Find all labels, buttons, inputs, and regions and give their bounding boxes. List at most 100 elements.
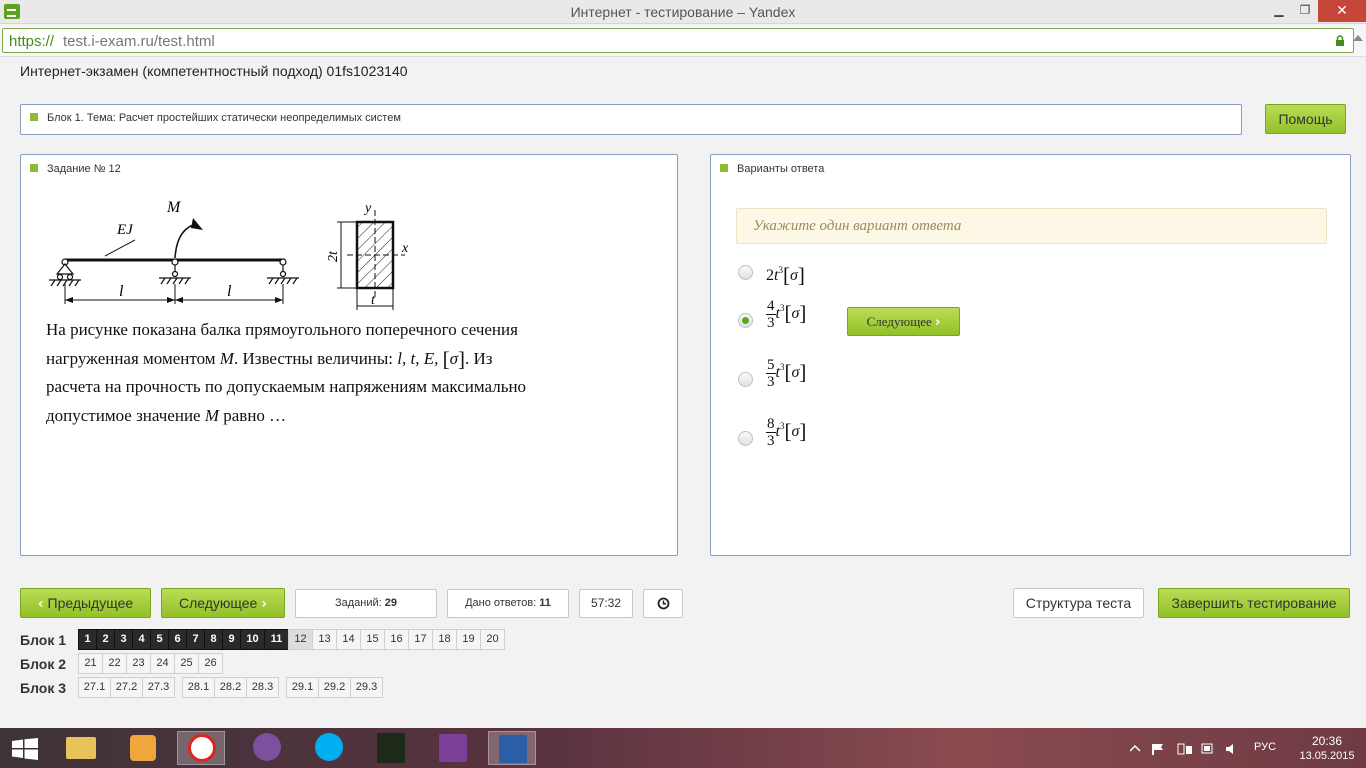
task-cell[interactable]: 26	[198, 653, 223, 674]
task-cell[interactable]: 2	[96, 629, 115, 650]
bullet-square-icon	[720, 164, 728, 172]
onenote-icon[interactable]	[429, 731, 477, 765]
task-cell[interactable]: 13	[312, 629, 337, 650]
task-text-line: . Известны величины:	[233, 348, 394, 368]
cell-group-gap	[174, 677, 182, 698]
radio-button[interactable]	[738, 372, 753, 387]
task-cell[interactable]: 27.1	[78, 677, 111, 698]
task-text: На рисунке показана балка прямоугольного…	[46, 316, 646, 430]
galaxy-game-icon[interactable]	[367, 731, 415, 765]
task-cell[interactable]: 25	[174, 653, 199, 674]
answers-panel: Варианты ответа Укажите один вариант отв…	[710, 154, 1351, 556]
task-cell[interactable]: 28.2	[214, 677, 247, 698]
task-cell[interactable]: 3	[114, 629, 133, 650]
structure-button[interactable]: Структура теста	[1013, 588, 1144, 618]
prev-label: Предыдущее	[47, 595, 134, 611]
task-cell[interactable]: 18	[432, 629, 457, 650]
url-field[interactable]: https:// test.i-exam.ru/test.html	[2, 28, 1354, 53]
chevron-right-icon: ›	[261, 596, 268, 612]
bullet-square-icon	[30, 113, 38, 121]
next-button[interactable]: Следующее ›	[161, 588, 285, 618]
tray-icons[interactable]	[1130, 743, 1240, 755]
yandex-browser-icon[interactable]	[177, 731, 225, 765]
file-explorer-icon[interactable]	[58, 731, 106, 765]
task-cell[interactable]: 16	[384, 629, 409, 650]
task-cell[interactable]: 1	[78, 629, 97, 650]
task-cell[interactable]: 27.2	[110, 677, 143, 698]
task-cells-block-2: 21 22 23 24 25 26	[78, 653, 223, 674]
task-sigma: σ	[449, 348, 459, 368]
windows-start-icon[interactable]	[12, 738, 38, 760]
task-text-line: нагруженная моментом	[46, 348, 216, 368]
next-inline-button[interactable]: Следующее ›	[847, 307, 960, 336]
answer-formula: 8 3 t3[σ]	[766, 416, 807, 449]
task-cell[interactable]: 8	[204, 629, 223, 650]
finish-button[interactable]: Завершить тестирование	[1158, 588, 1350, 618]
viber-icon[interactable]	[243, 731, 291, 765]
task-cell[interactable]: 29.2	[318, 677, 351, 698]
help-button[interactable]: Помощь	[1265, 104, 1346, 134]
tray-date[interactable]: 13.05.2015	[1297, 750, 1357, 762]
task-cell[interactable]: 23	[126, 653, 151, 674]
task-cell[interactable]: 17	[408, 629, 433, 650]
chevron-right-icon: ›	[935, 315, 941, 330]
task-cell[interactable]: 6	[168, 629, 187, 650]
task-cell[interactable]: 10	[240, 629, 265, 650]
task-panel: Задание № 12 M EJ l l y x 2t t На рисунк…	[20, 154, 678, 556]
scroll-up-icon[interactable]	[1353, 35, 1363, 41]
answer-formula: 2t3[σ]	[766, 263, 805, 287]
task-cell[interactable]: 27.3	[142, 677, 175, 698]
skype-icon[interactable]	[305, 731, 353, 765]
radio-button[interactable]	[738, 265, 753, 280]
task-cell[interactable]: 11	[264, 629, 289, 650]
task-cell[interactable]: 15	[360, 629, 385, 650]
tray-time[interactable]: 20:36	[1297, 734, 1357, 748]
task-cell[interactable]: 28.3	[246, 677, 279, 698]
tray-language[interactable]: РУС	[1254, 741, 1276, 753]
bullet-square-icon	[30, 164, 38, 172]
close-button[interactable]: ✕	[1318, 0, 1366, 22]
maximize-button[interactable]: ❐	[1292, 0, 1318, 22]
word-icon[interactable]	[488, 731, 536, 765]
answers-header: Варианты ответа	[737, 163, 825, 175]
task-cell[interactable]: 14	[336, 629, 361, 650]
task-var-m: M	[219, 348, 234, 368]
minimize-button[interactable]: ▁	[1266, 0, 1292, 22]
task-var-m: M	[204, 405, 220, 425]
task-cell[interactable]: 7	[186, 629, 205, 650]
next-label: Следующее	[178, 595, 258, 611]
moment-label: M	[166, 200, 182, 216]
tasks-count-value: 29	[384, 597, 398, 609]
task-cell[interactable]: 24	[150, 653, 175, 674]
2gis-icon[interactable]	[118, 731, 166, 765]
task-cell[interactable]: 20	[480, 629, 505, 650]
task-cell[interactable]: 12	[288, 629, 313, 650]
task-cells-block-3: 27.1 27.2 27.3 28.1 28.2 28.3 29.1 29.2 29.3	[78, 677, 383, 698]
answer-formula: 4 3 t3[σ]	[766, 298, 807, 331]
task-cell[interactable]: 22	[102, 653, 127, 674]
window-title: Интернет - тестирование – Yandex	[570, 4, 796, 20]
bracket-open: [	[442, 346, 450, 371]
task-cell[interactable]: 19	[456, 629, 481, 650]
ej-label: EJ	[116, 222, 134, 238]
task-cell[interactable]: 21	[78, 653, 103, 674]
height-label: 2t	[326, 250, 341, 262]
tasks-count-label: Заданий:	[334, 597, 382, 609]
taskbar: РУС 20:36 13.05.2015	[0, 728, 1366, 768]
task-cell[interactable]: 28.1	[182, 677, 215, 698]
minimize-icon: ▁	[1274, 3, 1284, 17]
task-cell[interactable]: 29.3	[350, 677, 383, 698]
lock-icon	[1336, 35, 1344, 46]
task-cell[interactable]: 29.1	[286, 677, 319, 698]
task-cell[interactable]: 5	[150, 629, 169, 650]
task-cell[interactable]: 4	[132, 629, 151, 650]
prev-button[interactable]: ‹ Предыдущее	[20, 588, 151, 618]
url-scheme: https://	[9, 33, 55, 50]
cell-group-gap	[278, 677, 286, 698]
radio-button-checked[interactable]	[738, 313, 753, 328]
task-cell[interactable]: 9	[222, 629, 241, 650]
radio-button[interactable]	[738, 431, 753, 446]
answered-count-value: 11	[539, 597, 551, 609]
clock-button[interactable]	[643, 589, 683, 618]
tasks-count: Заданий: 29	[295, 589, 437, 618]
